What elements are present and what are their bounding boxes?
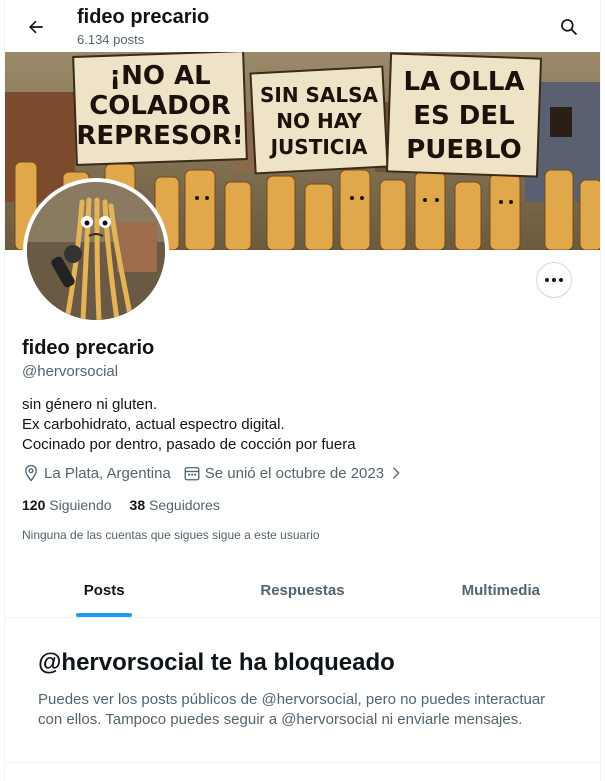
location-text: La Plata, Argentina xyxy=(44,464,171,482)
top-bar: fideo precario 6.134 posts xyxy=(5,0,600,52)
blocked-message: Puedes ver los posts públicos de @hervor… xyxy=(38,691,546,728)
sign-2-line-3: JUSTICIA xyxy=(269,135,368,159)
sign-3-line-2: ES DEL xyxy=(413,101,514,131)
profile-tabs: Posts Respuestas Multimedia xyxy=(5,563,600,618)
calendar-icon xyxy=(184,467,200,481)
profile-bio: sin género ni gluten. Ex carbohidrato, a… xyxy=(22,395,356,455)
chevron-right-icon xyxy=(392,467,400,479)
join-date[interactable]: Se unió el octubre de 2023 xyxy=(183,464,408,482)
join-date-text: Se unió el octubre de 2023 xyxy=(204,464,385,482)
tab-label: Respuestas xyxy=(260,581,345,599)
sign-1-line-2: COLADOR xyxy=(89,91,231,121)
tab-respuestas[interactable]: Respuestas xyxy=(203,563,401,617)
location-icon xyxy=(25,464,37,482)
search-icon xyxy=(561,19,578,36)
more-options-button[interactable] xyxy=(536,262,572,298)
blocked-title: @hervorsocial te ha bloqueado xyxy=(38,649,395,676)
sign-3-line-3: PUEBLO xyxy=(406,135,522,165)
sign-2-line-2: NO HAY xyxy=(276,109,362,133)
tab-posts[interactable]: Posts xyxy=(5,563,203,617)
active-tab-indicator xyxy=(76,613,133,617)
profile-name: fideo precario xyxy=(22,337,155,359)
sign-2-line-1: SIN SALSA xyxy=(260,83,379,107)
following-count: 120 xyxy=(22,497,50,513)
location: La Plata, Argentina xyxy=(22,464,171,482)
profile-meta: La Plata, Argentina Se unió el octubre d… xyxy=(22,464,420,482)
divider xyxy=(5,762,600,763)
sign-1-line-3: REPRESOR! xyxy=(76,121,243,151)
back-arrow-icon xyxy=(29,20,43,34)
followers-count: 38 xyxy=(129,497,149,513)
back-button[interactable] xyxy=(19,10,53,44)
tab-multimedia[interactable]: Multimedia xyxy=(402,563,600,617)
header-title: fideo precario xyxy=(77,6,210,28)
following-link[interactable]: 120 Siguiendo xyxy=(22,497,112,513)
bio-line: sin género ni gluten. xyxy=(22,396,158,413)
followers-link[interactable]: 38 Seguidores xyxy=(130,497,220,513)
sign-1-line-1: ¡NO AL xyxy=(109,61,210,91)
followers-label: Seguidores xyxy=(149,497,220,513)
avatar[interactable] xyxy=(23,178,169,324)
tab-label: Posts xyxy=(83,581,125,599)
post-count: 6.134 posts xyxy=(77,32,145,47)
more-icon xyxy=(545,278,549,282)
bio-line: Ex carbohidrato, actual espectro digital… xyxy=(22,416,285,433)
follow-stats: 120 Siguiendo 38 Seguidores xyxy=(22,497,238,513)
profile-page: fideo precario 6.134 posts ¡NO AL COLADO… xyxy=(4,0,601,781)
profile-handle: @hervorsocial xyxy=(22,363,119,380)
bio-line: Cocinado por dentro, pasado de cocción p… xyxy=(22,436,356,453)
following-label: Siguiendo xyxy=(49,497,112,513)
tab-label: Multimedia xyxy=(461,581,540,599)
followers-you-know-note: Ninguna de las cuentas que sigues sigue … xyxy=(22,528,320,542)
search-button[interactable] xyxy=(552,10,586,44)
sign-3-line-1: LA OLLA xyxy=(403,67,524,97)
